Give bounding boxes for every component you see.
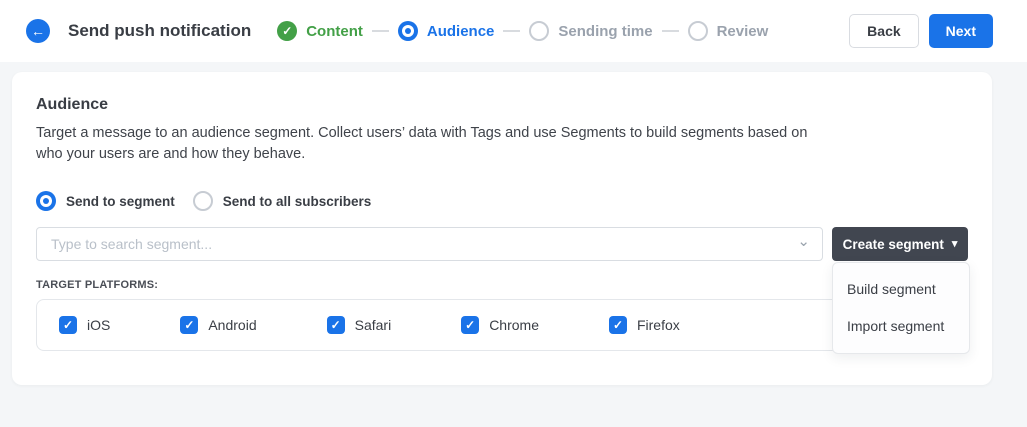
- radio-label: Send to all subscribers: [222, 193, 372, 209]
- radio-send-to-segment[interactable]: Send to segment: [36, 191, 175, 211]
- check-icon: ✓: [62, 318, 74, 332]
- audience-panel: Audience Target a message to an audience…: [12, 72, 992, 385]
- create-segment-dropdown: Build segment Import segment: [832, 262, 970, 354]
- checkbox-checked[interactable]: ✓: [326, 316, 345, 334]
- check-icon: ✓: [184, 318, 195, 332]
- step-separator: [661, 30, 679, 32]
- platform-label: Firefox: [636, 317, 680, 333]
- step-review: Review: [687, 21, 769, 41]
- segment-search-row: ⌄ Create segment ▾: [36, 227, 968, 261]
- back-button[interactable]: Back: [849, 14, 919, 48]
- platform-label: Chrome: [489, 317, 539, 333]
- radio-selected-icon: [36, 191, 56, 211]
- create-segment-button[interactable]: Create segment ▾: [832, 227, 968, 261]
- radio-unselected-icon: [192, 191, 213, 211]
- checkbox-checked[interactable]: ✓: [180, 316, 199, 334]
- step-active-dot-icon: [397, 21, 418, 41]
- page-title: Send push notification: [68, 21, 252, 40]
- back-icon-button[interactable]: ←: [26, 19, 50, 43]
- chevron-down-icon[interactable]: ⌄: [797, 232, 810, 250]
- step-separator: [503, 30, 521, 32]
- checkbox-checked[interactable]: ✓: [461, 316, 480, 334]
- checkbox-checked[interactable]: ✓: [59, 316, 77, 334]
- checkbox-checked[interactable]: ✓: [608, 316, 627, 334]
- step-audience[interactable]: Audience: [397, 21, 495, 41]
- top-bar: ← Send push notification ✓ Content Audie…: [0, 0, 1027, 62]
- step-content[interactable]: ✓ Content: [277, 21, 363, 41]
- target-platforms-box: ✓ iOS ✓ Android ✓ Safari ✓ Chrome ✓ Fire…: [36, 299, 968, 351]
- check-icon: ✓: [612, 318, 624, 332]
- step-label: Audience: [426, 22, 495, 40]
- section-description: Target a message to an audience segment.…: [36, 125, 808, 162]
- platform-safari[interactable]: ✓ Safari: [326, 316, 392, 334]
- step-label: Review: [716, 22, 769, 40]
- platform-chrome[interactable]: ✓ Chrome: [461, 316, 539, 334]
- platform-label: iOS: [87, 317, 111, 333]
- create-segment-label: Create segment: [842, 236, 944, 252]
- target-platforms-label: TARGET PLATFORMS:: [36, 279, 159, 291]
- audience-mode-radios: Send to segment Send to all subscribers: [36, 191, 968, 211]
- step-label: Sending time: [558, 22, 653, 40]
- segment-search-wrap: ⌄: [36, 227, 823, 261]
- step-completed-check-icon: ✓: [277, 21, 298, 41]
- platform-label: Safari: [354, 317, 392, 333]
- platform-android[interactable]: ✓ Android: [180, 316, 257, 334]
- caret-down-icon: ▾: [951, 237, 958, 250]
- platform-firefox[interactable]: ✓ Firefox: [608, 316, 680, 334]
- step-separator: [371, 30, 389, 32]
- platform-ios[interactable]: ✓ iOS: [59, 316, 110, 334]
- next-button[interactable]: Next: [928, 14, 993, 48]
- step-empty-circle-icon: [529, 21, 550, 41]
- wizard-stepper: ✓ Content Audience Sending time Review: [277, 21, 768, 41]
- page: ← Send push notification ✓ Content Audie…: [0, 0, 1027, 427]
- section-heading: Audience: [36, 96, 109, 113]
- step-label: Content: [306, 22, 363, 40]
- menu-item-import-segment[interactable]: Import segment: [833, 308, 969, 345]
- step-sending-time: Sending time: [529, 21, 653, 41]
- menu-item-build-segment[interactable]: Build segment: [833, 271, 969, 308]
- segment-search-input[interactable]: [36, 227, 823, 261]
- radio-send-to-all-subscribers[interactable]: Send to all subscribers: [192, 191, 372, 211]
- check-icon: ✓: [330, 318, 341, 332]
- radio-label: Send to segment: [66, 193, 175, 209]
- back-arrow-icon: ←: [31, 23, 45, 39]
- platform-label: Android: [208, 317, 257, 333]
- step-empty-circle-icon: [687, 21, 708, 41]
- check-icon: ✓: [465, 318, 476, 332]
